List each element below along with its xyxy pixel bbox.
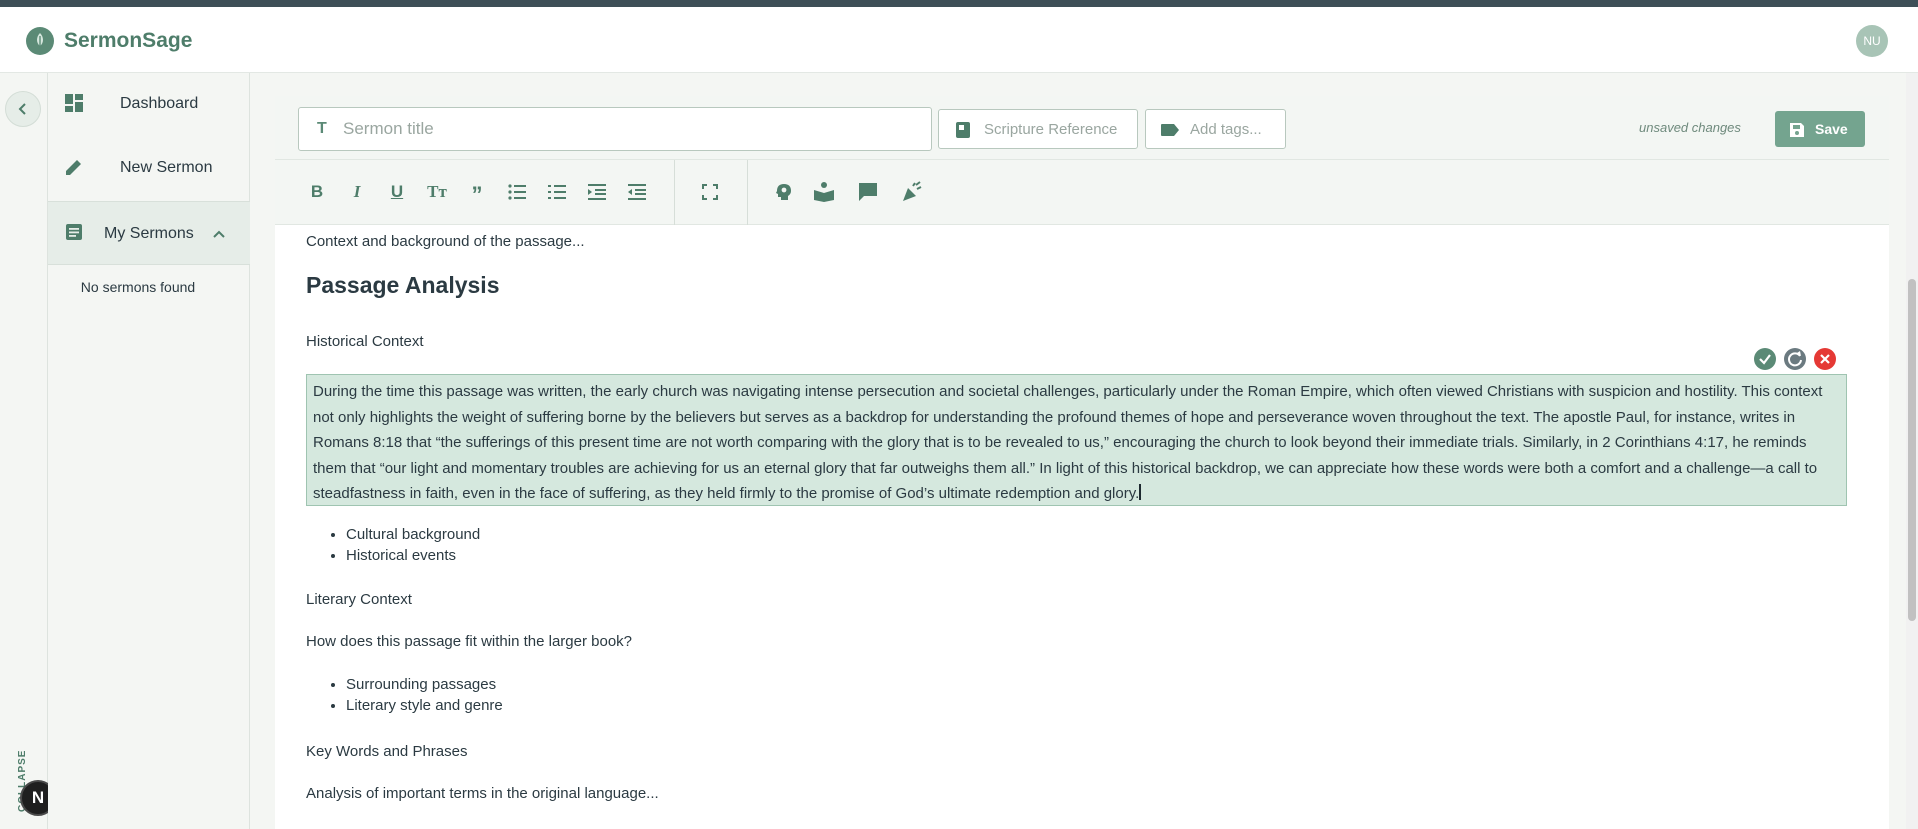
- sidebar: Dashboard New Sermon My Sermons No sermo…: [48, 73, 250, 829]
- sidebar-item-label: Dashboard: [120, 95, 199, 112]
- scripture-reference-field[interactable]: [938, 109, 1138, 149]
- outdent-icon[interactable]: [625, 180, 649, 204]
- chevron-up-icon[interactable]: [213, 229, 225, 239]
- tags-field[interactable]: [1145, 109, 1286, 149]
- document-list-icon: [66, 224, 82, 240]
- text-size-button[interactable]: Tт: [425, 180, 449, 204]
- ai-generated-text: During the time this passage was written…: [313, 383, 1823, 502]
- book-icon: [956, 122, 970, 138]
- editor-content[interactable]: Context and background of the passage...…: [275, 225, 1889, 829]
- historical-list: Cultural background Historical events: [346, 524, 480, 566]
- italic-icon: I: [353, 182, 361, 201]
- pencil-icon: [66, 160, 81, 175]
- bullet-list-icon[interactable]: [505, 180, 529, 204]
- formatting-toolbar: B I U Tт ”: [275, 160, 1889, 225]
- scrollbar-thumb[interactable]: [1908, 279, 1916, 621]
- accept-suggestion-button[interactable]: [1754, 348, 1776, 370]
- scripture-reference-input[interactable]: [984, 121, 1134, 138]
- dashboard-icon: [65, 94, 83, 112]
- sermon-title-input[interactable]: [343, 119, 903, 139]
- paragraph-literary-question: How does this passage fit within the lar…: [306, 633, 633, 650]
- logo-icon: [26, 27, 54, 55]
- celebrate-icon[interactable]: [900, 180, 924, 204]
- toolbar-divider: [747, 160, 748, 225]
- subheading-literary-context: Literary Context: [306, 591, 412, 608]
- user-avatar[interactable]: NU: [1856, 25, 1888, 57]
- tag-icon: [1161, 124, 1179, 136]
- refresh-icon: [1788, 351, 1802, 367]
- sermon-title-field[interactable]: T: [298, 107, 932, 151]
- check-icon: [1759, 354, 1771, 365]
- subheading-historical-context: Historical Context: [306, 333, 424, 350]
- subheading-key-words: Key Words and Phrases: [306, 743, 468, 760]
- page-scrollbar[interactable]: [1906, 73, 1918, 829]
- close-icon: [1820, 354, 1830, 364]
- indent-icon[interactable]: [585, 180, 609, 204]
- ai-generated-paragraph[interactable]: During the time this passage was written…: [306, 374, 1847, 506]
- save-button-label: Save: [1815, 121, 1848, 137]
- tags-input[interactable]: [1190, 121, 1282, 138]
- sidebar-item-my-sermons[interactable]: My Sermons: [48, 201, 250, 265]
- collapse-rail: [0, 73, 48, 829]
- bold-button[interactable]: B: [305, 180, 329, 204]
- paragraph-key-words: Analysis of important terms in the origi…: [306, 785, 659, 802]
- text-size-icon: Tт: [427, 182, 447, 201]
- save-button[interactable]: Save: [1775, 111, 1865, 147]
- floppy-disk-icon: [1790, 123, 1804, 137]
- sidebar-item-new-sermon[interactable]: New Sermon: [48, 137, 250, 195]
- underline-button[interactable]: U: [385, 180, 409, 204]
- sidebar-item-label: My Sermons: [104, 225, 194, 242]
- underline-icon: U: [390, 182, 404, 201]
- save-status: unsaved changes: [1639, 120, 1741, 135]
- text-cursor: [1139, 484, 1142, 500]
- list-item: Cultural background: [346, 524, 480, 545]
- app-bar: SermonSage NU: [0, 7, 1918, 73]
- bold-icon: B: [310, 182, 324, 201]
- reject-suggestion-button[interactable]: [1814, 348, 1836, 370]
- paragraph-context: Context and background of the passage...: [306, 233, 585, 250]
- comment-icon[interactable]: [856, 180, 880, 204]
- study-book-icon[interactable]: [812, 180, 836, 204]
- brand-name: SermonSage: [64, 29, 193, 52]
- text-type-icon: T: [317, 120, 327, 137]
- sermon-editor: T unsaved changes Save B I U Tт ”: [275, 96, 1889, 829]
- list-item: Historical events: [346, 545, 480, 566]
- fullscreen-icon[interactable]: [698, 180, 722, 204]
- empty-sermons-text: No sermons found: [80, 279, 196, 295]
- window-top-strip: [0, 0, 1918, 7]
- list-item: Surrounding passages: [346, 674, 503, 695]
- regenerate-suggestion-button[interactable]: [1784, 348, 1806, 370]
- list-item: Literary style and genre: [346, 695, 503, 716]
- quote-icon: ”: [471, 182, 483, 207]
- editor-header: T unsaved changes Save: [275, 96, 1889, 160]
- ai-suggestion-actions: [1752, 344, 1836, 374]
- toolbar-divider: [674, 160, 675, 225]
- blockquote-button[interactable]: ”: [465, 180, 489, 207]
- italic-button[interactable]: I: [345, 180, 369, 204]
- literary-list: Surrounding passages Literary style and …: [346, 674, 503, 716]
- sidebar-toggle-button[interactable]: [5, 91, 41, 127]
- sidebar-item-dashboard[interactable]: Dashboard: [48, 73, 250, 131]
- sidebar-item-label: New Sermon: [120, 159, 213, 176]
- heading-passage-analysis: Passage Analysis: [306, 272, 500, 298]
- numbered-list-icon[interactable]: [545, 180, 569, 204]
- insight-head-icon[interactable]: [772, 180, 796, 204]
